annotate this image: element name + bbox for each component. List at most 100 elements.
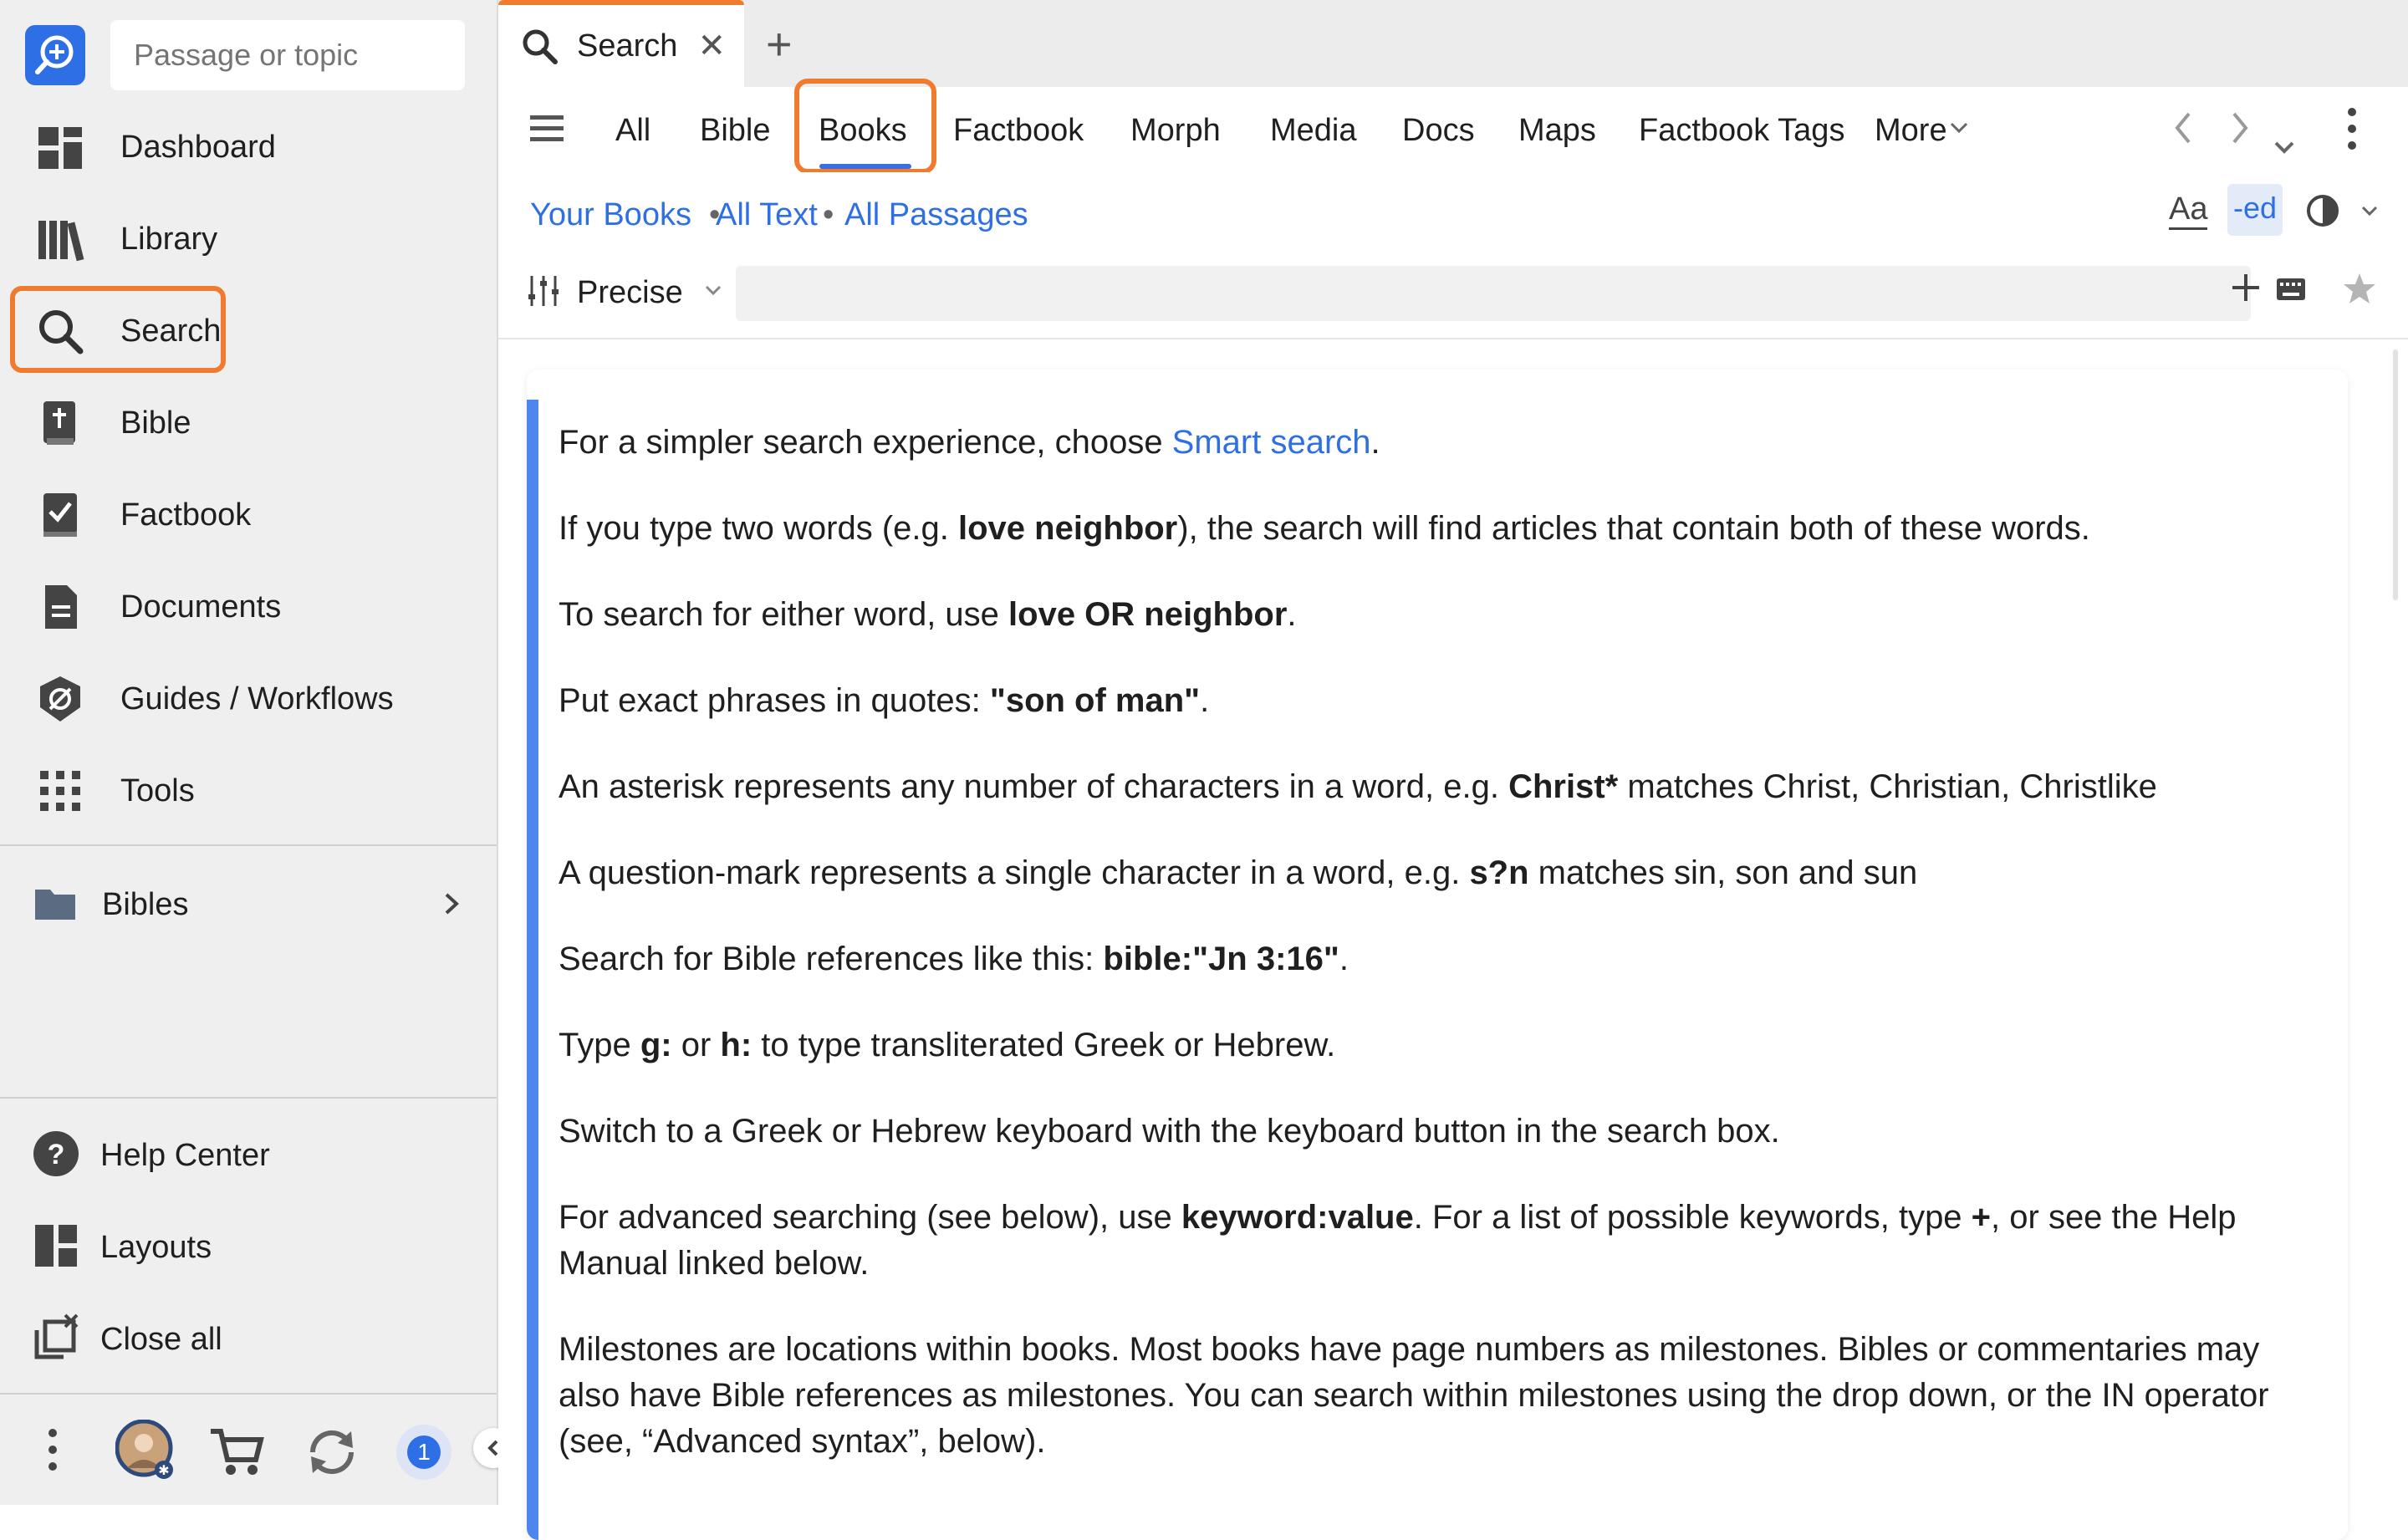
sidebar-item-factbook[interactable]: Factbook (13, 473, 482, 557)
help-text: . (1287, 596, 1297, 633)
search-icon (520, 27, 559, 65)
help-text: For advanced searching (see below), use (559, 1199, 1181, 1236)
sidebar-footer: ✱ 1 (0, 1393, 497, 1505)
sidebar-item-label: Guides / Workflows (120, 681, 394, 716)
add-tab-icon[interactable]: + (766, 18, 793, 70)
card-accent-bar (527, 400, 538, 1540)
passage-search-input[interactable] (110, 20, 465, 90)
tab-search[interactable]: Search ✕ (498, 0, 744, 87)
layouts-icon (32, 1221, 80, 1274)
filter-tab-docs[interactable]: Docs (1402, 105, 1475, 156)
help-paragraph: Type g: or h: to type transliterated Gre… (559, 1022, 2314, 1068)
factbook-icon (28, 483, 92, 547)
help-example: s?n (1469, 854, 1529, 891)
app-logo[interactable] (25, 25, 85, 85)
chevron-down-icon[interactable] (1948, 120, 1970, 140)
scope-separator-dot: • (823, 197, 834, 232)
close-icon[interactable]: ✕ (697, 27, 726, 65)
help-text: An asterisk represents any number of cha… (559, 768, 1509, 805)
help-example: keyword:value (1181, 1199, 1414, 1236)
grid-icon (28, 759, 92, 823)
sidebar-item-dashboard[interactable]: Dashboard (13, 105, 482, 189)
help-text: matches Christ, Christian, Christlike (1618, 768, 2157, 805)
filter-tab-books[interactable]: Books (819, 105, 907, 156)
notification-badge[interactable]: 1 (396, 1425, 452, 1480)
search-mode-dropdown[interactable]: Precise (527, 274, 723, 312)
help-icon: ? (32, 1130, 80, 1182)
filter-tab-bible[interactable]: Bible (700, 105, 771, 156)
sidebar-item-layouts[interactable]: Layouts (13, 1206, 482, 1289)
notification-count: 1 (407, 1435, 441, 1469)
library-icon (28, 207, 92, 271)
sidebar: Dashboard Library Search Bible Factbook … (0, 0, 513, 1505)
search-scope-row: Your Books • All Text • All Passages Aa … (498, 172, 2408, 261)
sidebar-divider (0, 1097, 497, 1099)
chevron-down-icon[interactable] (2360, 204, 2380, 223)
help-text: . (1370, 424, 1380, 461)
help-text: . For a list of possible keywords, type (1413, 1199, 1972, 1236)
help-text: or (671, 1027, 721, 1063)
sidebar-folder-bibles[interactable]: Bibles (13, 864, 482, 945)
add-keyword-icon[interactable] (2231, 273, 2261, 307)
scope-all-passages-link[interactable]: All Passages (844, 197, 1028, 233)
folder-icon (33, 885, 77, 926)
query-row: Precise (498, 261, 2408, 339)
help-example: "son of man" (989, 682, 1201, 719)
sidebar-item-label: Layouts (100, 1229, 212, 1265)
back-arrow-icon[interactable] (2171, 109, 2196, 156)
sidebar-item-documents[interactable]: Documents (13, 565, 482, 649)
forward-arrow-icon[interactable] (2227, 109, 2252, 156)
help-text: . (1339, 941, 1349, 977)
cart-icon[interactable] (209, 1426, 264, 1481)
hamburger-menu-icon[interactable] (528, 112, 565, 150)
sidebar-item-bible[interactable]: Bible (13, 381, 482, 465)
sidebar-item-library[interactable]: Library (13, 197, 482, 281)
avatar[interactable]: ✱ (115, 1419, 176, 1484)
help-paragraph: Search for Bible references like this: b… (559, 936, 2314, 982)
filter-tab-more[interactable]: More (1875, 105, 1947, 156)
filter-tab-all[interactable]: All (615, 105, 650, 156)
svg-text:?: ? (48, 1139, 65, 1170)
tab-bar: Search ✕ + (498, 0, 2408, 87)
help-paragraph: Put exact phrases in quotes: "son of man… (559, 678, 2314, 724)
help-paragraph: To search for either word, use love OR n… (559, 592, 2314, 638)
font-settings-button[interactable]: Aa (2169, 191, 2208, 230)
chevron-down-icon (703, 283, 723, 303)
sidebar-item-close-all[interactable]: Close all (13, 1298, 482, 1381)
star-icon[interactable] (2341, 271, 2378, 312)
search-plus-logo-icon (35, 35, 74, 74)
filter-tab-maps[interactable]: Maps (1518, 105, 1596, 156)
panel-menu-icon[interactable] (2346, 107, 2358, 155)
keyboard-icon[interactable] (2276, 278, 2306, 305)
filter-tab-morph[interactable]: Morph (1130, 105, 1221, 156)
sidebar-item-tools[interactable]: Tools (13, 749, 482, 833)
filter-tab-factbook[interactable]: Factbook (953, 105, 1084, 156)
search-type-toolbar: All Bible Books Factbook Morph Media Doc… (498, 79, 2408, 174)
help-paragraph: Milestones are locations within books. M… (559, 1331, 2269, 1460)
search-query-input[interactable] (736, 266, 2251, 321)
inflections-toggle-button[interactable]: -ed (2227, 184, 2283, 236)
sidebar-item-label: Factbook (120, 497, 252, 533)
help-text: If you type two words (e.g. (559, 510, 958, 547)
sidebar-item-help-center[interactable]: ? Help Center (13, 1114, 482, 1197)
help-paragraph: A question-mark represents a single char… (559, 850, 2314, 896)
help-paragraph: For a simpler search experience, choose … (559, 420, 2314, 466)
filter-tab-factbook-tags[interactable]: Factbook Tags (1639, 105, 1844, 156)
search-help-text: For a simpler search experience, choose … (559, 420, 2314, 1505)
filter-tab-media[interactable]: Media (1270, 105, 1357, 156)
history-chevron-down-icon[interactable] (2273, 120, 2296, 166)
sync-icon[interactable] (304, 1425, 360, 1484)
smart-search-link[interactable]: Smart search (1172, 424, 1371, 461)
visual-filter-icon[interactable] (2306, 192, 2343, 233)
scope-your-books-link[interactable]: Your Books (530, 197, 691, 233)
guides-icon (28, 667, 92, 731)
scope-all-text-link[interactable]: All Text (716, 197, 818, 233)
sidebar-item-guides[interactable]: Guides / Workflows (13, 657, 482, 741)
vertical-scrollbar[interactable] (2393, 349, 2398, 600)
tab-label: Search (577, 28, 678, 64)
sidebar-item-label: Tools (120, 773, 195, 808)
kebab-menu-icon[interactable] (47, 1428, 59, 1476)
bible-icon (28, 391, 92, 455)
help-text: to type transliterated Greek or Hebrew. (752, 1027, 1336, 1063)
help-example: g: (640, 1027, 672, 1063)
